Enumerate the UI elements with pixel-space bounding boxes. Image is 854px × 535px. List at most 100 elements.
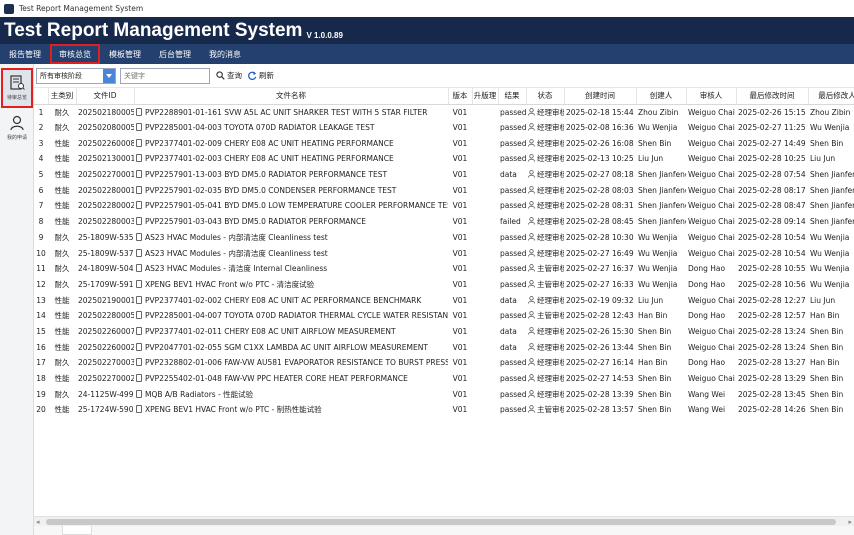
file-name-text[interactable]: PVP2377401-02-003 CHERY E08 AC UNIT HEAT… [145, 154, 394, 163]
file-name-text[interactable]: AS23 HVAC Modules - 内部清洁度 Cleanliness te… [145, 233, 328, 242]
table-row[interactable]: 15 性能 202502260007 PVP2377401-02-011 CHERY … [34, 324, 854, 340]
table-row[interactable]: 18 性能 202502270002 PVP2255402-01-048 FAW-VW… [34, 371, 854, 387]
header-col-modifier[interactable]: 最后修改人 [808, 88, 854, 105]
review-stage-select[interactable]: 所有审核阶段 [36, 67, 116, 84]
table-row[interactable]: 12 耐久 25-1709W-591 XPENG BEV1 HVAC Front w/… [34, 277, 854, 293]
file-name-text[interactable]: AS23 HVAC Modules - 内部清洁度 Cleanliness te… [145, 249, 328, 258]
table-row[interactable]: 11 耐久 24-1809W-504 AS23 HVAC Modules - 清洁度 … [34, 261, 854, 277]
cell-result: passed [500, 123, 526, 133]
header-col-category[interactable]: 主类别 [48, 88, 77, 105]
cell-version: V01 [452, 342, 468, 352]
header-col-creator[interactable]: 创建人 [636, 88, 687, 105]
file-name-text[interactable]: PVP2377401-02-011 CHERY E08 AC UNIT AIRF… [145, 327, 396, 336]
cell-index: 2 [38, 123, 44, 133]
chevron-down-icon[interactable] [103, 68, 115, 83]
file-name-text[interactable]: PVP2257901-03-043 BYD DM5.0 RADIATOR PER… [145, 217, 366, 226]
scroll-right-icon[interactable]: ▸ [848, 518, 852, 526]
header-col-modified-time[interactable]: 最后修改时间 [736, 88, 809, 105]
cell-category: 性能 [54, 185, 70, 195]
reviewer-person-icon [528, 138, 535, 147]
status-text: 经理审核 [537, 201, 564, 211]
table-row[interactable]: 5 性能 202502270001 PVP2257901-13-003 BYD DM5… [34, 167, 854, 183]
table-row[interactable]: 8 性能 202502280003 PVP2257901-03-043 BYD DM5… [34, 214, 854, 230]
cell-creator: Zhou Zibin [638, 107, 679, 117]
table-row[interactable]: 2 耐久 202502080005 PVP2285001-04-003 TOYOTA … [34, 120, 854, 136]
table-row[interactable]: 9 耐久 25-1809W-535 AS23 HVAC Modules - 内部清洁度… [34, 230, 854, 246]
table-row[interactable]: 6 性能 202502280001 PVP2257901-02-035 BYD DM5… [34, 182, 854, 198]
cell-file-id: 202502180005 [78, 107, 134, 117]
header-col-result[interactable]: 结果 [498, 88, 527, 105]
cell-category: 耐久 [54, 248, 70, 258]
cell-modified-time: 2025-02-28 13:24 [738, 342, 806, 352]
sheet-tab[interactable] [62, 526, 92, 535]
cell-file-name: MQB A/B Radiators - 性能试验 [134, 386, 448, 402]
cell-created-time: 2025-02-28 12:43 [566, 311, 634, 321]
header-col-reviewer[interactable]: 审核人 [686, 88, 737, 105]
cell-status: 经理审核 [526, 104, 564, 120]
table-row[interactable]: 16 性能 202502260002 PVP2047701-02-055 SGM C1… [34, 339, 854, 355]
sidebar-item-pending-review[interactable]: 待审总览 [1, 68, 33, 108]
query-button[interactable]: 查询 [216, 70, 242, 81]
cell-modified-time: 2025-02-28 12:27 [738, 295, 806, 305]
cell-index: 19 [36, 389, 46, 399]
file-name-text[interactable]: PVP2377401-02-002 CHERY E08 AC UNIT AC P… [145, 296, 421, 305]
header-col-index[interactable] [34, 88, 49, 105]
cell-file-id: 25-1724W-590 [78, 405, 134, 415]
file-name-text[interactable]: PVP2288901-01-161 SVW A5L AC UNIT SHARKE… [145, 108, 427, 117]
cell-modifier: Wu Wenjia [810, 248, 850, 258]
menu-review-overview[interactable]: 审核总览 [50, 44, 100, 64]
scroll-left-icon[interactable]: ◂ [36, 518, 40, 526]
file-name-text[interactable]: PVP2255402-01-048 FAW-VW PPC HEATER CORE… [145, 374, 408, 383]
file-name-text[interactable]: AS23 HVAC Modules - 清洁度 Internal Cleanli… [145, 264, 327, 273]
table-row[interactable]: 14 性能 202502280005 PVP2285001-04-007 TOYOTA… [34, 308, 854, 324]
header-col-file-id[interactable]: 文件ID [76, 88, 135, 105]
header-col-version[interactable]: 版本 [448, 88, 473, 105]
sidebar-item-my-requests[interactable]: 我的申请 [1, 108, 33, 148]
cell-file-name: PVP2377401-02-009 CHERY E08 AC UNIT HEAT… [134, 135, 448, 151]
scrollbar-thumb[interactable] [46, 519, 836, 525]
file-name-text[interactable]: XPENG BEV1 HVAC Front w/o PTC - 清洁度试验 [145, 280, 314, 289]
file-name-text[interactable]: PVP2257901-02-035 BYD DM5.0 CONDENSER PE… [145, 186, 396, 195]
table-row[interactable]: 3 性能 202502260008 PVP2377401-02-009 CHERY E… [34, 135, 854, 151]
table-row[interactable]: 20 性能 25-1724W-590 XPENG BEV1 HVAC Front w/… [34, 402, 854, 418]
file-name-text[interactable]: PVP2328802-01-006 FAW-VW AU581 EVAPORATO… [145, 358, 448, 367]
cell-result: passed [500, 358, 526, 368]
cell-reviewer: Weiguo Chai [688, 248, 735, 258]
table-row[interactable]: 10 耐久 25-1809W-537 AS23 HVAC Modules - 内部清洁… [34, 245, 854, 261]
header-col-status[interactable]: 状态 [526, 88, 565, 105]
file-name-text[interactable]: MQB A/B Radiators - 性能试验 [145, 390, 253, 399]
header-col-upgrade-reason[interactable]: 升版理 [472, 88, 499, 105]
header-col-created-time[interactable]: 创建时间 [564, 88, 637, 105]
document-icon [136, 123, 142, 132]
cell-creator: Han Bin [638, 358, 668, 368]
file-name-text[interactable]: XPENG BEV1 HVAC Front w/o PTC - 制热性能试验 [145, 405, 322, 414]
file-name-text[interactable]: PVP2377401-02-009 CHERY E08 AC UNIT HEAT… [145, 139, 394, 148]
table-row[interactable]: 13 性能 202502190001 PVP2377401-02-002 CHERY … [34, 292, 854, 308]
keyword-search-input[interactable] [120, 67, 210, 84]
menu-template-management[interactable]: 模板管理 [100, 44, 150, 64]
table-row[interactable]: 17 耐久 202502270003 PVP2328802-01-006 FAW-VW… [34, 355, 854, 371]
status-text: 主管审核 [537, 279, 564, 289]
table-row[interactable]: 19 耐久 24-1125W-499 MQB A/B Radiators - 性能试验… [34, 386, 854, 402]
status-bar [34, 526, 854, 535]
cell-category: 耐久 [54, 123, 70, 133]
table-row[interactable]: 4 性能 202502130001 PVP2377401-02-003 CHERY E… [34, 151, 854, 167]
cell-modifier: Han Bin [810, 358, 840, 368]
refresh-button[interactable]: 刷新 [248, 70, 274, 81]
cell-modifier: Shen Jianfeng [810, 201, 854, 211]
file-name-text[interactable]: PVP2047701-02-055 SGM C1XX LAMBDA AC UNI… [145, 343, 428, 352]
table-row[interactable]: 1 耐久 202502180005 PVP2288901-01-161 SVW A5L… [34, 104, 854, 120]
file-name-text[interactable]: PVP2285001-04-007 TOYOTA 070D RADIATOR T… [145, 311, 448, 320]
horizontal-scrollbar[interactable]: ◂ ▸ [34, 516, 854, 526]
header-col-file-name[interactable]: 文件名称 [134, 88, 449, 105]
table-row[interactable]: 7 性能 202502280002 PVP2257901-05-041 BYD DM5… [34, 198, 854, 214]
menu-admin[interactable]: 后台管理 [150, 44, 200, 64]
menu-report-management[interactable]: 报告管理 [0, 44, 50, 64]
file-name-text[interactable]: PVP2257901-05-041 BYD DM5.0 LOW TEMPERAT… [145, 201, 448, 210]
file-name-text[interactable]: PVP2257901-13-003 BYD DM5.0 RADIATOR PER… [145, 170, 387, 179]
file-name-text[interactable]: PVP2285001-04-003 TOYOTA 070D RADIATOR L… [145, 123, 374, 132]
reviewer-person-icon [528, 232, 535, 241]
menu-my-messages[interactable]: 我的消息 [200, 44, 250, 64]
reviewer-person-icon [528, 374, 535, 382]
status-text: 经理审核 [537, 232, 564, 242]
